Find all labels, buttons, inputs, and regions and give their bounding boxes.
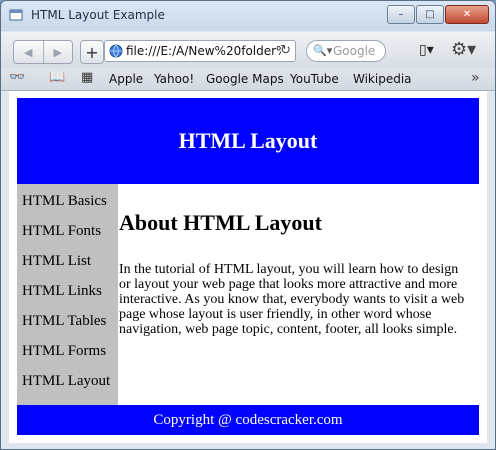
bookmarks-bar: 👓 📖 ▦ Apple Yahoo! Google Maps YouTube W…: [1, 68, 495, 91]
main-content: About HTML Layout In the tutorial of HTM…: [119, 184, 477, 405]
page-viewport: HTML Layout HTML Basics HTML Fonts HTML …: [9, 91, 487, 443]
title-bar: HTML Layout Example – □ ✕: [1, 1, 495, 31]
more-bookmarks-icon[interactable]: »: [471, 70, 480, 86]
bookmark-apple[interactable]: Apple: [109, 72, 143, 86]
bookmark-wikipedia[interactable]: Wikipedia: [353, 72, 412, 86]
search-icon[interactable]: 🔍▾: [313, 44, 332, 57]
bookmark-youtube[interactable]: YouTube: [290, 72, 339, 86]
search-placeholder: Google: [333, 44, 376, 58]
nav-item-html-layout[interactable]: HTML Layout: [22, 373, 110, 390]
content-paragraph: In the tutorial of HTML layout, you will…: [119, 262, 465, 337]
back-button[interactable]: ◀: [14, 41, 43, 63]
maximize-button[interactable]: □: [416, 5, 444, 24]
window-controls: – □ ✕: [387, 5, 489, 24]
minimize-button[interactable]: –: [387, 5, 415, 24]
globe-icon: [109, 44, 123, 58]
search-field[interactable]: 🔍▾ Google: [306, 40, 386, 62]
reload-icon[interactable]: ↻: [280, 43, 291, 58]
browser-app-icon: [9, 9, 23, 21]
bookmark-google-maps[interactable]: Google Maps: [206, 72, 284, 86]
page-menu-icon[interactable]: ▯▾: [419, 42, 434, 58]
nav-item-html-links[interactable]: HTML Links: [22, 283, 102, 300]
browser-toolbar: ◀ ▶ + file:///E:/A/New%20folder% ↻ 🔍▾ Go…: [1, 32, 495, 68]
nav-item-html-basics[interactable]: HTML Basics: [22, 193, 107, 210]
nav-buttons: ◀ ▶: [13, 40, 73, 64]
new-tab-button[interactable]: +: [80, 40, 104, 64]
page-footer: Copyright @ codescracker.com: [17, 405, 479, 435]
close-button[interactable]: ✕: [445, 5, 489, 24]
nav-item-html-list[interactable]: HTML List: [22, 253, 91, 270]
top-sites-grid-icon[interactable]: ▦: [81, 70, 93, 85]
side-nav: HTML Basics HTML Fonts HTML List HTML Li…: [17, 184, 118, 405]
url-text[interactable]: file:///E:/A/New%20folder%: [126, 44, 281, 58]
settings-gear-icon[interactable]: ⚙▾: [451, 39, 476, 60]
address-bar[interactable]: file:///E:/A/New%20folder% ↻: [104, 40, 296, 62]
footer-copyright: Copyright @ codescracker.com: [153, 411, 343, 428]
page-header: HTML Layout: [17, 98, 479, 184]
content-heading: About HTML Layout: [119, 210, 322, 235]
bookmarks-book-icon[interactable]: 📖: [49, 70, 65, 85]
reading-list-icon[interactable]: 👓: [9, 70, 25, 85]
forward-button[interactable]: ▶: [42, 41, 73, 63]
page-header-title: HTML Layout: [178, 128, 318, 153]
nav-item-html-forms[interactable]: HTML Forms: [22, 343, 106, 360]
nav-item-html-tables[interactable]: HTML Tables: [22, 313, 106, 330]
bookmark-yahoo[interactable]: Yahoo!: [154, 72, 194, 86]
browser-window: HTML Layout Example – □ ✕ ◀ ▶ + file:///…: [0, 0, 496, 450]
nav-item-html-fonts[interactable]: HTML Fonts: [22, 223, 101, 240]
window-title: HTML Layout Example: [31, 8, 165, 22]
